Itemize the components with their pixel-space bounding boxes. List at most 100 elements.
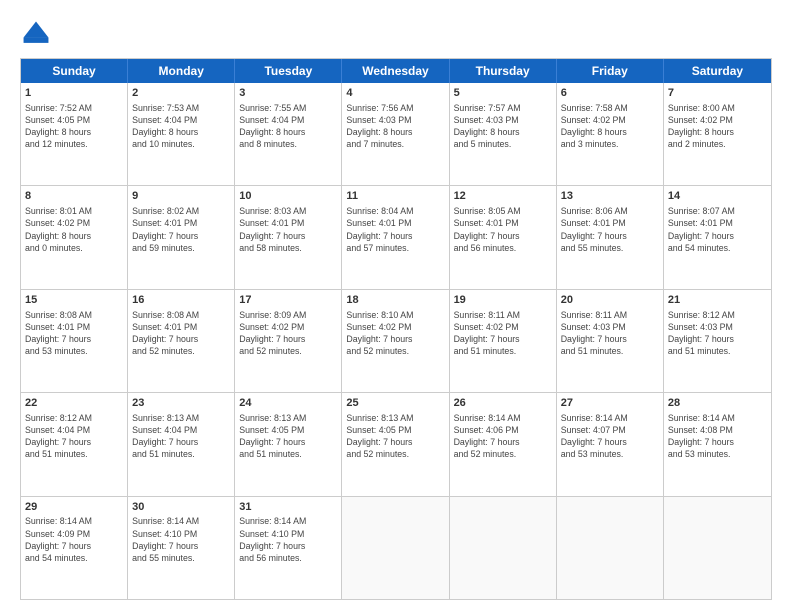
calendar-cell: 23Sunrise: 8:13 AMSunset: 4:04 PMDayligh… [128, 393, 235, 495]
calendar-cell: 11Sunrise: 8:04 AMSunset: 4:01 PMDayligh… [342, 186, 449, 288]
day-number: 30 [132, 500, 230, 515]
calendar-cell [664, 497, 771, 599]
cell-sun-info: Sunrise: 8:10 AMSunset: 4:02 PMDaylight:… [346, 309, 444, 358]
calendar-cell: 1Sunrise: 7:52 AMSunset: 4:05 PMDaylight… [21, 83, 128, 185]
calendar-body: 1Sunrise: 7:52 AMSunset: 4:05 PMDaylight… [21, 83, 771, 599]
cell-sun-info: Sunrise: 8:11 AMSunset: 4:02 PMDaylight:… [454, 309, 552, 358]
cell-sun-info: Sunrise: 8:03 AMSunset: 4:01 PMDaylight:… [239, 205, 337, 254]
day-number: 14 [668, 189, 767, 204]
calendar-cell: 24Sunrise: 8:13 AMSunset: 4:05 PMDayligh… [235, 393, 342, 495]
cell-sun-info: Sunrise: 8:14 AMSunset: 4:10 PMDaylight:… [132, 515, 230, 564]
day-number: 21 [668, 293, 767, 308]
calendar-cell: 27Sunrise: 8:14 AMSunset: 4:07 PMDayligh… [557, 393, 664, 495]
calendar-cell: 3Sunrise: 7:55 AMSunset: 4:04 PMDaylight… [235, 83, 342, 185]
cell-sun-info: Sunrise: 8:11 AMSunset: 4:03 PMDaylight:… [561, 309, 659, 358]
cell-sun-info: Sunrise: 8:08 AMSunset: 4:01 PMDaylight:… [25, 309, 123, 358]
day-number: 16 [132, 293, 230, 308]
cell-sun-info: Sunrise: 8:12 AMSunset: 4:04 PMDaylight:… [25, 412, 123, 461]
calendar-week-row: 8Sunrise: 8:01 AMSunset: 4:02 PMDaylight… [21, 186, 771, 289]
day-number: 12 [454, 189, 552, 204]
day-number: 25 [346, 396, 444, 411]
calendar-cell [342, 497, 449, 599]
calendar-cell: 21Sunrise: 8:12 AMSunset: 4:03 PMDayligh… [664, 290, 771, 392]
calendar-header-cell: Tuesday [235, 59, 342, 83]
day-number: 8 [25, 189, 123, 204]
header [20, 18, 772, 50]
cell-sun-info: Sunrise: 7:58 AMSunset: 4:02 PMDaylight:… [561, 102, 659, 151]
calendar-cell: 25Sunrise: 8:13 AMSunset: 4:05 PMDayligh… [342, 393, 449, 495]
calendar-cell: 2Sunrise: 7:53 AMSunset: 4:04 PMDaylight… [128, 83, 235, 185]
calendar-week-row: 22Sunrise: 8:12 AMSunset: 4:04 PMDayligh… [21, 393, 771, 496]
calendar-cell: 31Sunrise: 8:14 AMSunset: 4:10 PMDayligh… [235, 497, 342, 599]
cell-sun-info: Sunrise: 8:13 AMSunset: 4:04 PMDaylight:… [132, 412, 230, 461]
calendar-cell: 20Sunrise: 8:11 AMSunset: 4:03 PMDayligh… [557, 290, 664, 392]
calendar-header: SundayMondayTuesdayWednesdayThursdayFrid… [21, 59, 771, 83]
calendar-cell: 7Sunrise: 8:00 AMSunset: 4:02 PMDaylight… [664, 83, 771, 185]
day-number: 18 [346, 293, 444, 308]
cell-sun-info: Sunrise: 8:06 AMSunset: 4:01 PMDaylight:… [561, 205, 659, 254]
day-number: 3 [239, 86, 337, 101]
calendar-cell: 26Sunrise: 8:14 AMSunset: 4:06 PMDayligh… [450, 393, 557, 495]
day-number: 11 [346, 189, 444, 204]
day-number: 27 [561, 396, 659, 411]
cell-sun-info: Sunrise: 8:13 AMSunset: 4:05 PMDaylight:… [239, 412, 337, 461]
calendar-header-cell: Saturday [664, 59, 771, 83]
calendar-cell: 10Sunrise: 8:03 AMSunset: 4:01 PMDayligh… [235, 186, 342, 288]
calendar-cell: 22Sunrise: 8:12 AMSunset: 4:04 PMDayligh… [21, 393, 128, 495]
calendar: SundayMondayTuesdayWednesdayThursdayFrid… [20, 58, 772, 600]
day-number: 2 [132, 86, 230, 101]
calendar-week-row: 1Sunrise: 7:52 AMSunset: 4:05 PMDaylight… [21, 83, 771, 186]
day-number: 6 [561, 86, 659, 101]
day-number: 1 [25, 86, 123, 101]
logo-icon [20, 18, 52, 50]
day-number: 15 [25, 293, 123, 308]
cell-sun-info: Sunrise: 8:07 AMSunset: 4:01 PMDaylight:… [668, 205, 767, 254]
calendar-header-cell: Friday [557, 59, 664, 83]
cell-sun-info: Sunrise: 8:14 AMSunset: 4:10 PMDaylight:… [239, 515, 337, 564]
calendar-cell: 5Sunrise: 7:57 AMSunset: 4:03 PMDaylight… [450, 83, 557, 185]
cell-sun-info: Sunrise: 7:53 AMSunset: 4:04 PMDaylight:… [132, 102, 230, 151]
calendar-cell: 30Sunrise: 8:14 AMSunset: 4:10 PMDayligh… [128, 497, 235, 599]
day-number: 4 [346, 86, 444, 101]
cell-sun-info: Sunrise: 8:02 AMSunset: 4:01 PMDaylight:… [132, 205, 230, 254]
day-number: 28 [668, 396, 767, 411]
calendar-cell [450, 497, 557, 599]
cell-sun-info: Sunrise: 7:52 AMSunset: 4:05 PMDaylight:… [25, 102, 123, 151]
day-number: 20 [561, 293, 659, 308]
cell-sun-info: Sunrise: 8:04 AMSunset: 4:01 PMDaylight:… [346, 205, 444, 254]
cell-sun-info: Sunrise: 7:56 AMSunset: 4:03 PMDaylight:… [346, 102, 444, 151]
calendar-cell: 17Sunrise: 8:09 AMSunset: 4:02 PMDayligh… [235, 290, 342, 392]
cell-sun-info: Sunrise: 7:57 AMSunset: 4:03 PMDaylight:… [454, 102, 552, 151]
calendar-cell: 8Sunrise: 8:01 AMSunset: 4:02 PMDaylight… [21, 186, 128, 288]
cell-sun-info: Sunrise: 8:14 AMSunset: 4:09 PMDaylight:… [25, 515, 123, 564]
calendar-cell: 6Sunrise: 7:58 AMSunset: 4:02 PMDaylight… [557, 83, 664, 185]
cell-sun-info: Sunrise: 8:01 AMSunset: 4:02 PMDaylight:… [25, 205, 123, 254]
cell-sun-info: Sunrise: 8:14 AMSunset: 4:07 PMDaylight:… [561, 412, 659, 461]
calendar-cell: 12Sunrise: 8:05 AMSunset: 4:01 PMDayligh… [450, 186, 557, 288]
calendar-cell: 9Sunrise: 8:02 AMSunset: 4:01 PMDaylight… [128, 186, 235, 288]
cell-sun-info: Sunrise: 8:14 AMSunset: 4:08 PMDaylight:… [668, 412, 767, 461]
day-number: 31 [239, 500, 337, 515]
page: SundayMondayTuesdayWednesdayThursdayFrid… [0, 0, 792, 612]
calendar-header-cell: Wednesday [342, 59, 449, 83]
calendar-header-cell: Thursday [450, 59, 557, 83]
day-number: 19 [454, 293, 552, 308]
calendar-cell: 13Sunrise: 8:06 AMSunset: 4:01 PMDayligh… [557, 186, 664, 288]
day-number: 29 [25, 500, 123, 515]
calendar-header-cell: Monday [128, 59, 235, 83]
day-number: 26 [454, 396, 552, 411]
calendar-cell: 15Sunrise: 8:08 AMSunset: 4:01 PMDayligh… [21, 290, 128, 392]
cell-sun-info: Sunrise: 8:05 AMSunset: 4:01 PMDaylight:… [454, 205, 552, 254]
cell-sun-info: Sunrise: 8:00 AMSunset: 4:02 PMDaylight:… [668, 102, 767, 151]
calendar-cell: 4Sunrise: 7:56 AMSunset: 4:03 PMDaylight… [342, 83, 449, 185]
logo [20, 18, 56, 50]
calendar-cell: 29Sunrise: 8:14 AMSunset: 4:09 PMDayligh… [21, 497, 128, 599]
day-number: 17 [239, 293, 337, 308]
calendar-cell: 14Sunrise: 8:07 AMSunset: 4:01 PMDayligh… [664, 186, 771, 288]
day-number: 13 [561, 189, 659, 204]
cell-sun-info: Sunrise: 8:14 AMSunset: 4:06 PMDaylight:… [454, 412, 552, 461]
cell-sun-info: Sunrise: 8:13 AMSunset: 4:05 PMDaylight:… [346, 412, 444, 461]
day-number: 10 [239, 189, 337, 204]
day-number: 7 [668, 86, 767, 101]
cell-sun-info: Sunrise: 7:55 AMSunset: 4:04 PMDaylight:… [239, 102, 337, 151]
